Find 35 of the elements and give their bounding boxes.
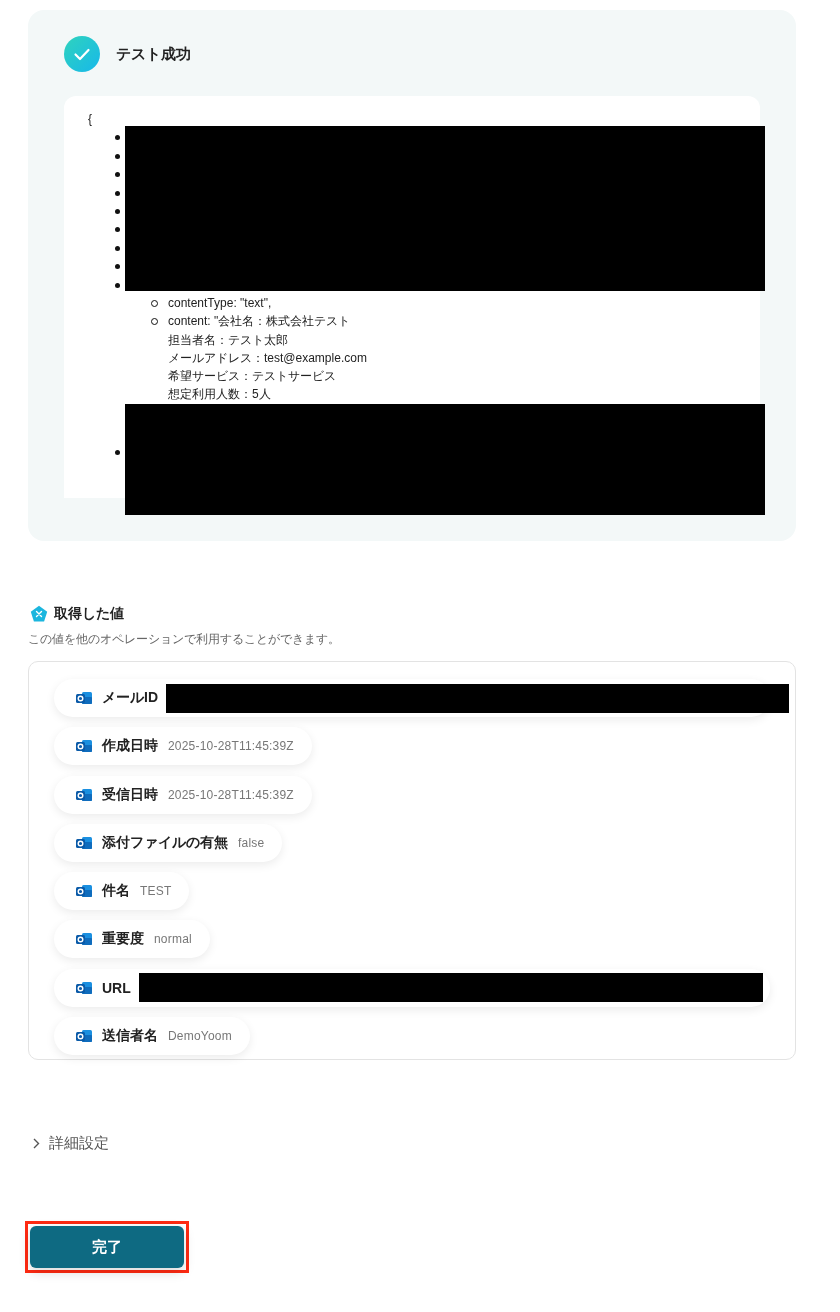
check-icon bbox=[64, 36, 100, 72]
bullet-icon bbox=[115, 282, 120, 288]
bullet-icon bbox=[115, 190, 120, 196]
mail-app-icon bbox=[76, 786, 92, 803]
bullet-icon bbox=[115, 449, 120, 455]
section-title: 取得した値 bbox=[54, 605, 124, 623]
bullet-icon bbox=[115, 153, 120, 159]
section-description: この値を他のオペレーションで利用することができます。 bbox=[28, 631, 341, 648]
status-title: テスト成功 bbox=[116, 44, 191, 64]
mail-app-icon bbox=[76, 1028, 92, 1045]
mail-app-icon bbox=[76, 883, 92, 900]
value-chip[interactable]: 添付ファイルの有無 false bbox=[54, 823, 283, 862]
pentagon-icon bbox=[30, 605, 48, 623]
bullet-icon bbox=[115, 264, 120, 270]
mail-app-icon bbox=[76, 738, 92, 755]
bullet-icon bbox=[115, 227, 120, 233]
bullet-icon bbox=[115, 245, 120, 251]
value-chip[interactable]: 作成日時 2025-10-28T11:45:39Z bbox=[54, 727, 312, 766]
done-button[interactable]: 完了 bbox=[30, 1226, 184, 1268]
mail-app-icon bbox=[76, 690, 92, 706]
code-text: contentType: "text", bbox=[168, 294, 272, 312]
mail-app-icon bbox=[76, 931, 92, 948]
value-chip[interactable]: 送信者名 DemoYoom bbox=[54, 1017, 250, 1056]
value-chip[interactable]: 件名 TEST bbox=[54, 872, 190, 911]
value-chip[interactable]: 重要度 normal bbox=[54, 920, 210, 959]
bullet-icon bbox=[115, 172, 120, 178]
value-chip[interactable]: 受信日時 2025-10-28T11:45:39Z bbox=[54, 775, 312, 814]
mail-app-icon bbox=[76, 979, 92, 996]
value-chip[interactable]: URL bbox=[54, 968, 770, 1007]
bullet-icon bbox=[115, 208, 120, 214]
advanced-settings-toggle[interactable]: 詳細設定 bbox=[31, 1134, 109, 1153]
bullet-icon bbox=[115, 135, 120, 141]
mail-app-icon bbox=[76, 834, 92, 851]
code-text: { bbox=[88, 111, 93, 128]
code-text: content: "会社名：株式会社テスト 担当者名：テスト太郎 メールアドレス：test@example.com 希望サービス：テストサービス 想定利用人数：5人 bbox=[168, 313, 367, 404]
